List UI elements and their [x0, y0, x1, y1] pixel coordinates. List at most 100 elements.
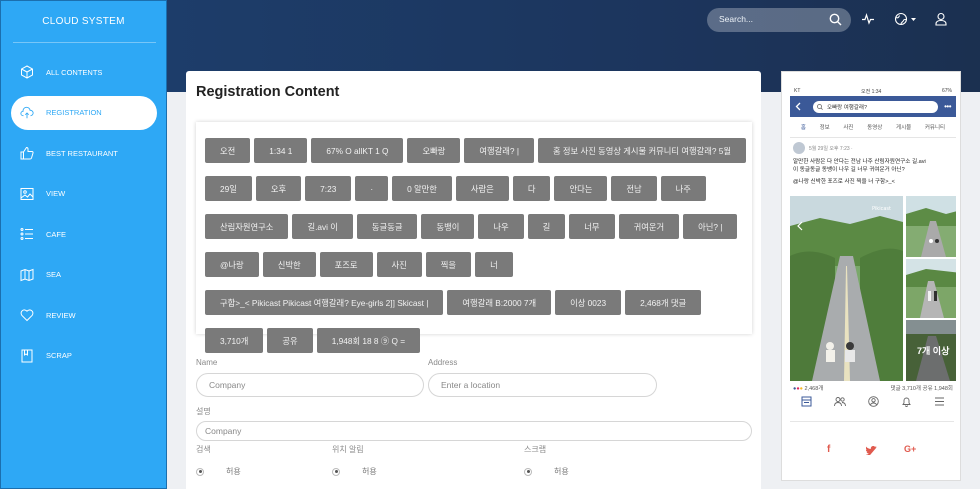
twitter-icon[interactable]	[866, 446, 877, 455]
sidebar-item-review[interactable]: REVIEW	[11, 298, 157, 332]
user-icon[interactable]	[934, 12, 948, 26]
search-icon[interactable]	[829, 13, 842, 26]
fb-tab-videos[interactable]: 동영상	[867, 123, 882, 131]
tag-chip[interactable]: 공유	[267, 328, 313, 353]
search-input[interactable]: Search...	[719, 14, 753, 24]
tag-chip[interactable]: 오전	[205, 138, 251, 163]
radio-dot[interactable]	[524, 467, 532, 476]
tag-chip[interactable]: 길.avi 이	[292, 214, 353, 239]
thumb-photo-1[interactable]	[906, 196, 956, 257]
tag-chip[interactable]: 길	[527, 214, 566, 239]
tag-chip[interactable]: 신박한	[262, 252, 316, 277]
tag-chip[interactable]: 0 알만한	[392, 176, 452, 201]
tag-chip[interactable]: 귀여운거	[618, 214, 680, 239]
tag-chip[interactable]: 여행갈래 B:2000 7개	[447, 290, 552, 315]
fb-tab-photos[interactable]: 사진	[843, 123, 853, 131]
fb-tab-community[interactable]: 커뮤니티	[925, 123, 945, 131]
tag-chip[interactable]: 29일	[205, 176, 252, 201]
radio-group-label: 위치 알림	[332, 445, 364, 454]
tag-chip[interactable]: 여행갈래? |	[464, 138, 534, 163]
tag-chip[interactable]: 동글동글	[356, 214, 418, 239]
google-plus-share-button[interactable]: G+	[904, 444, 916, 454]
thumb-photo-2[interactable]	[906, 259, 956, 318]
address-input[interactable]: Enter a location	[428, 373, 657, 397]
thumb-photo-3[interactable]: 7개 이상	[906, 320, 956, 381]
tag-chip[interactable]: 7:23	[305, 176, 352, 201]
fb-search-bar[interactable]: 오빠랑 여행갈래?	[813, 100, 939, 113]
description-label: 설명	[196, 407, 211, 416]
sidebar-item-scrap[interactable]: SCRAP	[11, 339, 157, 373]
sidebar-item-best-restaurant[interactable]: BEST RESTAURANT	[11, 136, 157, 170]
tag-chip[interactable]: 다	[512, 176, 551, 201]
tag-chip[interactable]: 이상 0023	[555, 290, 622, 315]
bell-icon[interactable]	[901, 396, 912, 407]
tag-chip[interactable]: 전남	[611, 176, 657, 201]
chevron-down-icon[interactable]	[911, 18, 916, 22]
post-line: 알만한 사람은 다 안다는 전남 나주 산림자원연구소 길.avi	[793, 159, 926, 165]
tag-chip[interactable]: 나주	[660, 176, 706, 201]
sidebar: CLOUD SYSTEM ALL CONTENTS REGISTRATION B…	[0, 0, 167, 489]
profile-icon[interactable]	[868, 396, 879, 407]
tag-chip[interactable]: 오빠랑	[407, 138, 461, 163]
menu-icon[interactable]	[934, 396, 945, 407]
tag-chip[interactable]: 나우	[478, 214, 524, 239]
back-arrow-icon[interactable]	[795, 102, 801, 111]
tag-chip[interactable]: 사진	[376, 252, 422, 277]
fb-tab-info[interactable]: 정보	[820, 123, 830, 131]
registration-card: Registration Content 오전 1:34 1 67% O allKT…	[186, 71, 761, 489]
tag-chip[interactable]: 너무	[569, 214, 615, 239]
globe-icon[interactable]	[894, 12, 908, 26]
tag-chip[interactable]: 아닌? |	[683, 214, 738, 239]
tag-chip[interactable]: 찍을	[425, 252, 472, 277]
more-icon[interactable]: •••	[944, 102, 951, 111]
tag-chip[interactable]: 포즈로	[319, 252, 373, 277]
sidebar-item-cafe[interactable]: CAFE	[11, 217, 157, 251]
comments-shares[interactable]: 댓글 3,710개 공유 1,948회	[891, 384, 953, 392]
tag-chip[interactable]: 동뱅이	[421, 214, 475, 239]
scrap-allow-radio[interactable]: 허용	[524, 466, 569, 477]
sidebar-item-label: VIEW	[46, 189, 66, 198]
sidebar-item-label: CAFE	[46, 229, 67, 239]
news-feed-icon[interactable]	[801, 396, 812, 407]
name-label: Name	[196, 358, 218, 367]
tag-chip[interactable]: 2,468개 댓글	[625, 290, 702, 315]
tag-chip[interactable]: 산림자원연구소	[205, 214, 289, 239]
tag-chip[interactable]: 3,710개	[205, 328, 264, 353]
tag-chip[interactable]: 구함>_< Pikicast Pikicast 여행갈래? Eye-girls …	[205, 290, 444, 315]
page-title: Registration Content	[196, 84, 340, 100]
main-photo[interactable]: Pikicast	[790, 196, 903, 381]
phone-screen: KT 오전 1:34 67% 오빠랑 여행갈래? ••• 홈 정보 사진 동영상…	[790, 87, 956, 407]
description-input[interactable]: Company	[196, 421, 752, 441]
photo-grid[interactable]: Pikicast 7개 이상	[790, 196, 956, 381]
friends-icon[interactable]	[834, 396, 846, 407]
location-allow-radio[interactable]: 허용	[332, 466, 377, 477]
radio-group-label: 스크랩	[524, 445, 547, 454]
tag-chip[interactable]: 너	[475, 252, 513, 277]
radio-dot[interactable]	[196, 467, 204, 476]
sidebar-item-registration[interactable]: REGISTRATION	[11, 95, 157, 130]
tag-chip[interactable]: ·	[355, 176, 389, 201]
tag-chip[interactable]: 1:34 1	[254, 138, 308, 163]
tag-chip[interactable]: 1,948회 18 8 ⑨ Q =	[316, 328, 421, 353]
reaction-count[interactable]: ●●● 2,468개	[793, 384, 823, 392]
tag-chip[interactable]: 홈 정보 사진 동영상 게시물 커뮤니티 여행갈래? 5월	[537, 138, 747, 163]
name-input[interactable]: Company	[196, 373, 424, 397]
facebook-share-button[interactable]: f	[827, 444, 830, 455]
search-allow-radio[interactable]: 허용	[196, 466, 241, 477]
fb-tab-home[interactable]: 홈	[801, 123, 806, 131]
avatar[interactable]	[793, 142, 805, 154]
map-icon	[20, 268, 34, 282]
sidebar-item-sea[interactable]: SEA	[11, 258, 157, 292]
radio-dot[interactable]	[332, 467, 340, 476]
sidebar-item-all-contents[interactable]: ALL CONTENTS	[11, 55, 157, 89]
tag-chip[interactable]: @나랑	[205, 252, 259, 277]
tag-chip[interactable]: 오후	[255, 176, 302, 201]
photo-watermark: Pikicast	[872, 206, 891, 212]
sidebar-item-view[interactable]: VIEW	[11, 177, 157, 211]
fb-tab-posts[interactable]: 게시물	[896, 123, 911, 131]
search-box[interactable]: Search...	[707, 8, 851, 32]
activity-icon[interactable]	[861, 12, 875, 26]
tag-chip[interactable]: 사람은	[455, 176, 509, 201]
tag-chip[interactable]: 안다는	[554, 176, 608, 201]
tag-chip[interactable]: 67% O allKT 1 Q	[311, 138, 404, 163]
